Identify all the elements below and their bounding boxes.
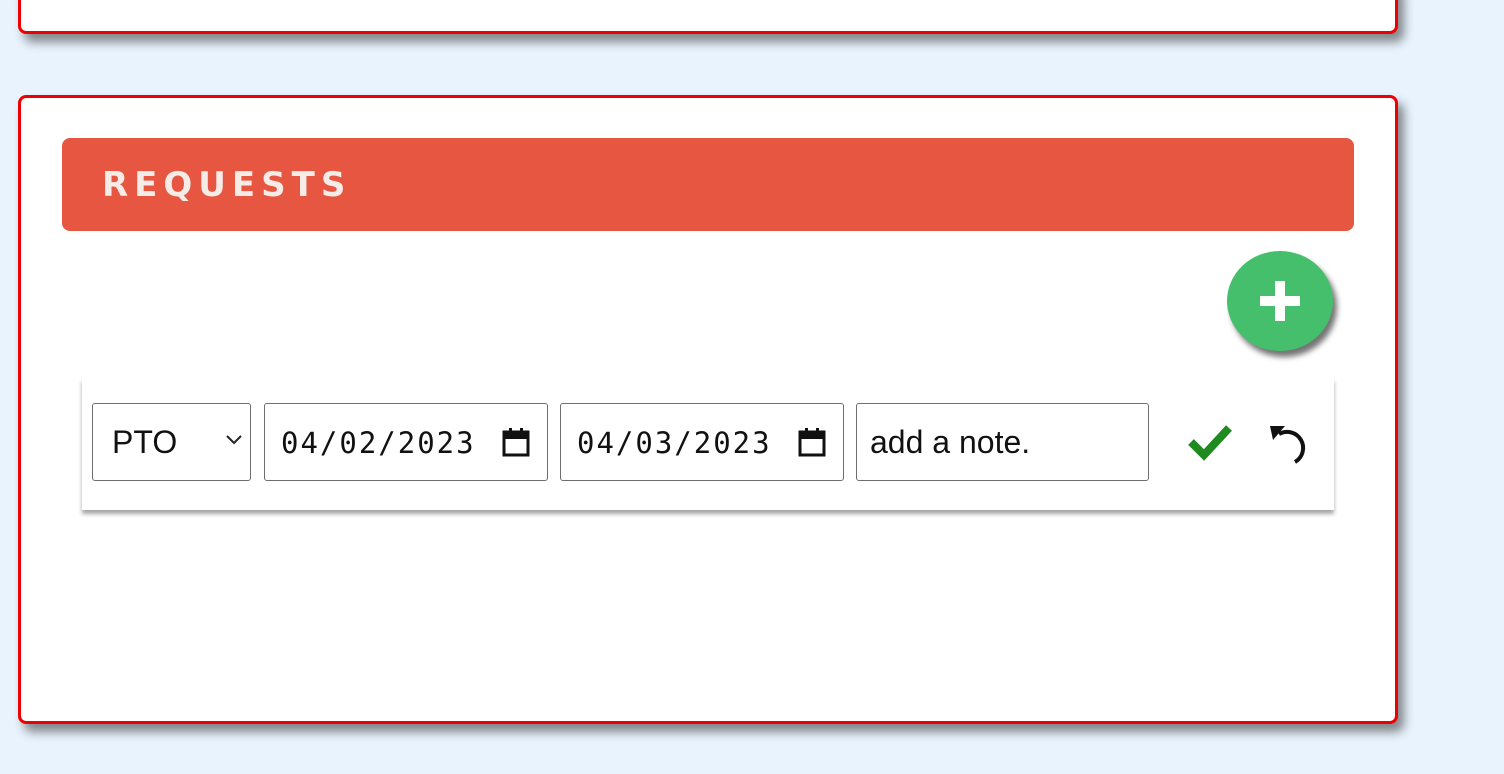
requests-title: REQUESTS [102, 165, 352, 205]
end-date-input[interactable]: 04/03/2023 [560, 403, 844, 481]
calendar-icon[interactable] [502, 427, 530, 457]
chevron-down-icon [226, 435, 242, 445]
request-row: PTO 04/02/2023 04/03/2023 add a note. [82, 378, 1334, 510]
calendar-icon[interactable] [798, 427, 826, 457]
add-request-button[interactable] [1227, 251, 1333, 351]
undo-icon[interactable] [1267, 420, 1315, 464]
previous-card [18, 0, 1398, 34]
requests-card: REQUESTS PTO 04/02/2023 04/03/2023 add a… [18, 95, 1398, 724]
start-date-input[interactable]: 04/02/2023 [264, 403, 548, 481]
request-type-value: PTO [112, 424, 178, 460]
plus-icon [1260, 281, 1300, 321]
requests-header: REQUESTS [62, 138, 1354, 231]
note-value: add a note. [870, 424, 1031, 460]
checkmark-icon[interactable] [1187, 422, 1233, 462]
end-date-value: 04/03/2023 [577, 426, 772, 460]
note-input[interactable]: add a note. [856, 403, 1149, 481]
start-date-value: 04/02/2023 [281, 426, 476, 460]
request-type-select[interactable]: PTO [92, 403, 251, 481]
